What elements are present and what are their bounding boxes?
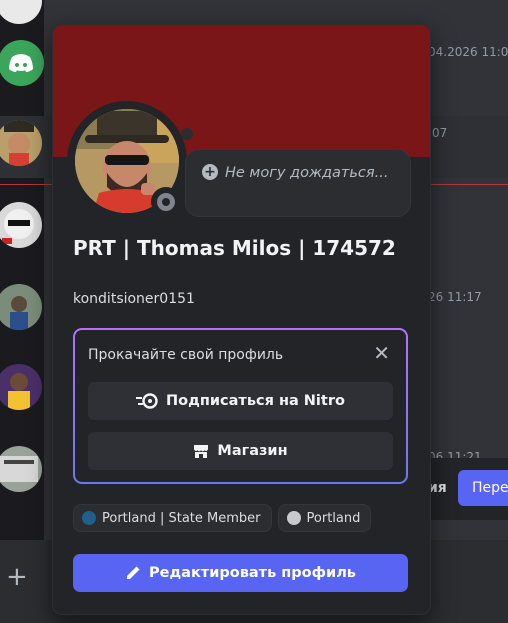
pencil-icon <box>127 566 140 579</box>
shop-icon <box>194 445 209 458</box>
custom-status-bubble[interactable]: + Не могу дождаться... <box>185 149 411 217</box>
message-timestamp: 04.2026 11:0 <box>428 45 508 59</box>
custom-status-text: Не могу дождаться... <box>225 165 389 181</box>
role-color-dot <box>82 511 96 525</box>
add-server-icon[interactable]: + <box>6 564 28 590</box>
profile-popout: + Не могу дождаться... PRT | Thomas Milo… <box>52 24 431 615</box>
subscribe-nitro-label: Подписаться на Nitro <box>166 393 345 409</box>
status-indicator <box>151 187 181 217</box>
discord-icon[interactable] <box>0 40 44 86</box>
upsell-title: Прокачайте свой профиль <box>88 347 284 363</box>
shop-label: Магазин <box>217 443 288 459</box>
role-list: Portland | State Member Portland <box>73 504 372 532</box>
thought-bubble-dot <box>181 128 193 140</box>
role-chip[interactable]: Portland | State Member <box>73 504 272 532</box>
edit-profile-label: Редактировать профиль <box>149 565 356 581</box>
display-name: PRT | Thomas Milos | 174572 <box>73 236 396 260</box>
profile-avatar-frame <box>67 101 187 221</box>
role-name: Portland | State Member <box>102 510 261 526</box>
username[interactable]: konditsioner0151 <box>73 291 195 307</box>
notice-toast-button[interactable]: Пере <box>458 470 508 506</box>
role-color-dot <box>286 511 301 525</box>
offline-status-icon <box>157 193 175 211</box>
nitro-icon <box>136 393 158 409</box>
role-name: Portland <box>306 510 361 526</box>
subscribe-nitro-button[interactable]: Подписаться на Nitro <box>88 382 393 420</box>
edit-profile-button[interactable]: Редактировать профиль <box>73 554 408 592</box>
nitro-upsell-card: Прокачайте свой профиль ✕ Подписаться на… <box>73 328 408 484</box>
message-timestamp: 26 11:17 <box>428 290 482 304</box>
shop-button[interactable]: Магазин <box>88 432 393 470</box>
close-icon[interactable]: ✕ <box>373 343 390 363</box>
role-chip[interactable]: Portland <box>277 504 372 532</box>
